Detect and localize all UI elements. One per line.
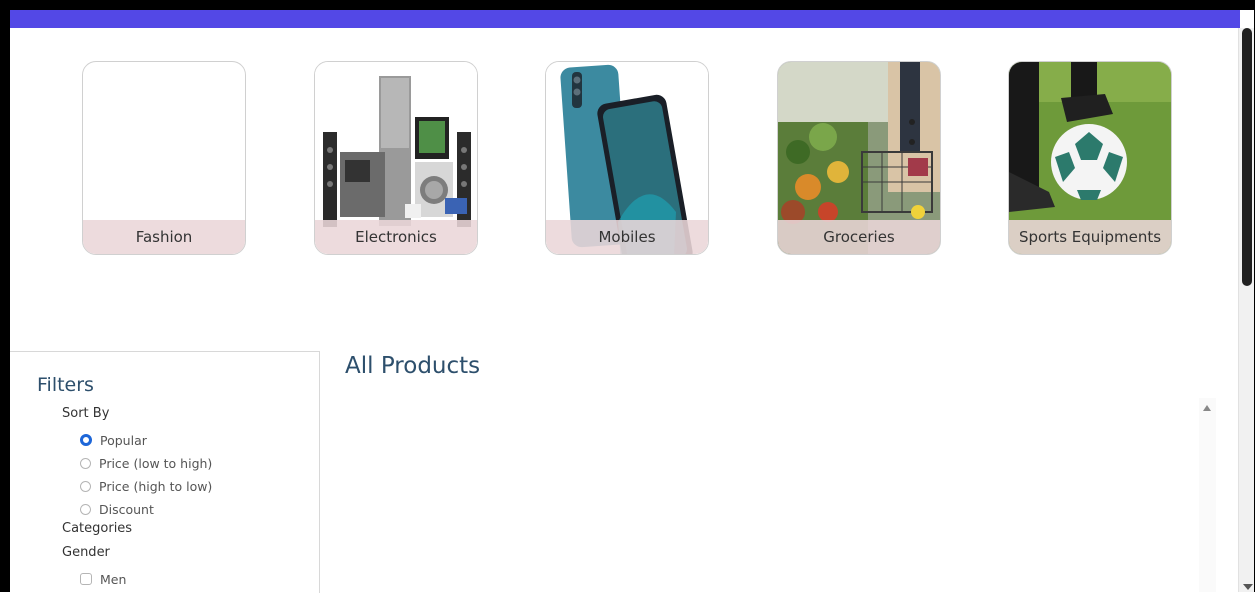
radio-icon[interactable] [80,457,91,469]
radio-icon[interactable] [80,503,91,515]
category-label: Fashion [83,220,245,254]
scroll-up-icon[interactable] [1203,405,1211,411]
sort-option-label: Popular [100,432,147,448]
category-card-sports-equipments[interactable]: Sports Equipments [1008,61,1172,255]
checkbox-icon[interactable] [80,573,92,585]
category-label: Electronics [315,220,477,254]
scroll-thumb[interactable] [1242,28,1252,286]
gender-title: Gender [62,545,110,560]
scroll-down-icon[interactable] [1243,584,1253,590]
page-scrollbar[interactable] [1238,28,1255,592]
category-label: Groceries [778,220,940,254]
sort-option-label: Price (low to high) [99,455,213,471]
categories-title: Categories [62,521,133,536]
radio-icon[interactable] [80,480,91,492]
all-products-title: All Products [345,353,481,379]
category-label: Sports Equipments [1009,220,1171,254]
sort-option-discount[interactable]: Discount [80,500,154,518]
gender-option-label: Men [100,571,127,587]
sort-option-label: Price (high to low) [99,478,213,494]
category-label: Mobiles [546,220,708,254]
sort-by-title: Sort By [62,406,110,421]
app-window: Fashion Electronics Mobiles Groceries Sp… [0,0,1255,593]
sort-option-price-low-high[interactable]: Price (low to high) [80,454,212,472]
sort-option-popular[interactable]: Popular [80,431,147,449]
window-border-left [0,0,10,592]
filters-title: Filters [37,374,94,396]
sort-option-label: Discount [99,501,154,517]
header-bar [10,10,1240,28]
category-card-mobiles[interactable]: Mobiles [545,61,709,255]
category-strip: Fashion Electronics Mobiles Groceries Sp… [10,60,1238,256]
radio-selected-icon[interactable] [80,434,92,446]
products-scrollbar[interactable] [1199,398,1216,592]
gender-option-men[interactable]: Men [80,570,126,588]
filters-panel: Filters Sort By Popular Price (low to hi… [10,351,320,593]
category-card-electronics[interactable]: Electronics [314,61,478,255]
category-card-groceries[interactable]: Groceries [777,61,941,255]
category-card-fashion[interactable]: Fashion [82,61,246,255]
sort-option-price-high-low[interactable]: Price (high to low) [80,477,212,495]
window-border-top [0,0,1255,10]
